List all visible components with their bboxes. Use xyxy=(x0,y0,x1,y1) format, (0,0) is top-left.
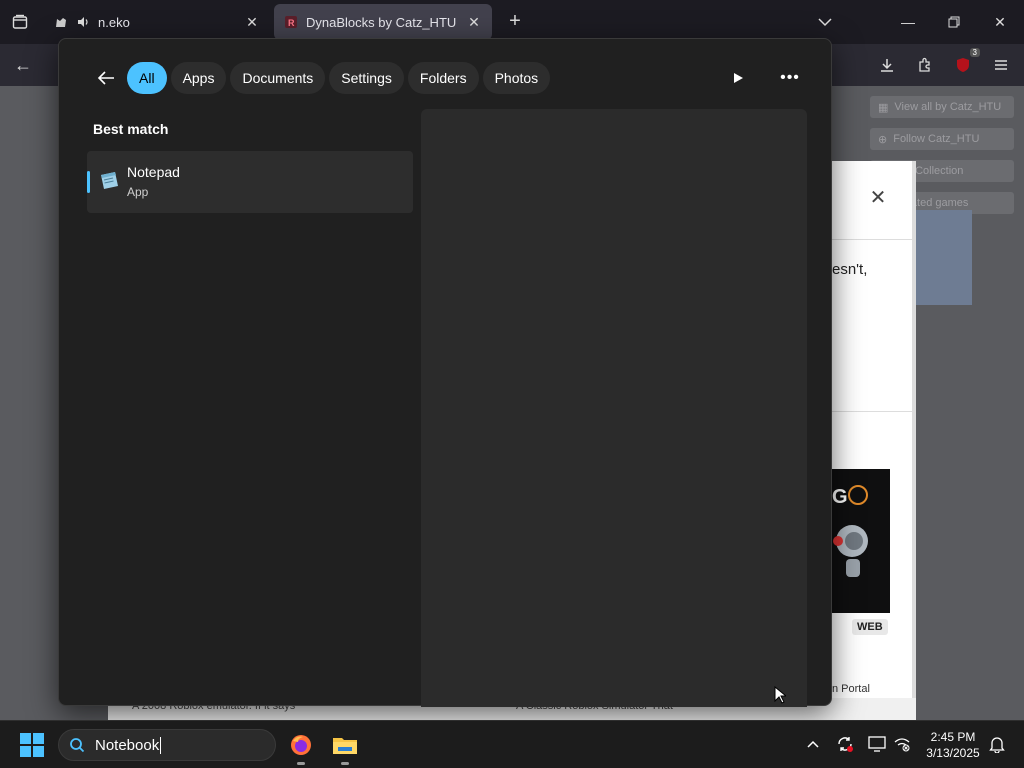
network-disconnected-icon[interactable] xyxy=(891,733,913,755)
web-badge: WEB xyxy=(852,619,888,635)
svg-text:G: G xyxy=(832,486,848,508)
search-flyout: All Apps Documents Settings Folders Phot… xyxy=(58,38,832,707)
result-name: Notepad xyxy=(127,164,180,180)
filter-all[interactable]: All xyxy=(127,62,167,94)
new-tab-button[interactable]: + xyxy=(504,10,526,32)
tab-list-icon[interactable] xyxy=(8,10,32,34)
roblox-favicon-icon: R xyxy=(284,15,298,29)
chevron-down-icon[interactable] xyxy=(814,12,836,32)
search-input[interactable]: Notebook xyxy=(95,736,162,754)
svg-text:R: R xyxy=(288,18,295,28)
menu-icon[interactable] xyxy=(988,52,1014,78)
ublock-icon[interactable]: 3 xyxy=(950,48,980,78)
back-arrow-icon[interactable]: ← xyxy=(10,52,36,78)
tab-dynablocks[interactable]: R DynaBlocks by Catz_HTU ✕ xyxy=(274,4,492,40)
tab-title: n.eko xyxy=(98,14,130,30)
download-icon[interactable] xyxy=(874,52,900,78)
windows-start-icon[interactable] xyxy=(20,733,44,757)
info-modal: ✕ esn't, G WEB n Portal xyxy=(832,161,916,720)
extension-badge: 3 xyxy=(969,48,980,57)
tab-neko[interactable]: n.eko ✕ xyxy=(44,4,270,40)
system-clock[interactable]: 2:45 PM 3/13/2025 xyxy=(918,729,988,761)
filter-apps[interactable]: Apps xyxy=(170,62,227,94)
notepad-icon xyxy=(97,169,121,193)
view-all-button[interactable]: ▦ View all by Catz_HTU xyxy=(870,96,1014,118)
file-explorer-icon[interactable] xyxy=(331,731,359,765)
preview-pane xyxy=(421,109,807,707)
running-indicator xyxy=(297,762,305,765)
sync-icon[interactable] xyxy=(834,733,856,755)
user-plus-icon: ⊕ xyxy=(878,133,888,146)
modal-text: esn't, xyxy=(832,261,868,278)
button-label: Follow Catz_HTU xyxy=(893,133,980,145)
close-tab-icon[interactable]: ✕ xyxy=(466,14,482,30)
close-window-icon[interactable]: ✕ xyxy=(986,8,1014,36)
restore-icon[interactable] xyxy=(940,8,968,36)
section-label: Best match xyxy=(93,121,169,137)
follow-button[interactable]: ⊕ Follow Catz_HTU xyxy=(870,128,1014,150)
result-type: App xyxy=(127,185,149,199)
clock-time: 2:45 PM xyxy=(930,730,976,744)
back-arrow-icon[interactable] xyxy=(93,65,119,91)
divider xyxy=(832,411,912,412)
grid-icon: ▦ xyxy=(878,101,889,114)
display-icon[interactable] xyxy=(866,733,888,755)
taskbar-search-box[interactable]: Notebook xyxy=(58,729,276,761)
selection-indicator xyxy=(87,171,90,193)
tab-title: DynaBlocks by Catz_HTU xyxy=(306,14,457,30)
search-filter-bar: All Apps Documents Settings Folders Phot… xyxy=(127,62,551,94)
minimize-icon[interactable]: — xyxy=(894,8,922,36)
play-icon[interactable] xyxy=(725,65,751,91)
close-icon[interactable]: ✕ xyxy=(868,187,888,209)
close-tab-icon[interactable]: ✕ xyxy=(244,14,260,30)
game-subtitle: n Portal xyxy=(832,683,870,695)
firefox-icon[interactable] xyxy=(287,731,315,765)
more-options-icon[interactable]: ••• xyxy=(777,65,803,91)
taskbar: Notebook 2:45 PM 3/13/2025 xyxy=(0,720,1024,768)
filter-folders[interactable]: Folders xyxy=(407,62,479,94)
filter-photos[interactable]: Photos xyxy=(482,62,551,94)
mouse-cursor xyxy=(774,685,788,704)
clock-date: 3/13/2025 xyxy=(926,746,980,760)
chevron-up-icon[interactable] xyxy=(802,733,824,755)
filter-documents[interactable]: Documents xyxy=(230,62,326,94)
extensions-icon[interactable] xyxy=(912,52,938,78)
divider xyxy=(832,239,912,240)
speaker-icon[interactable] xyxy=(76,15,90,29)
search-icon xyxy=(67,735,87,755)
running-indicator xyxy=(341,762,349,765)
game-thumbnail[interactable]: G xyxy=(832,469,890,613)
notification-bell-icon[interactable] xyxy=(986,733,1008,755)
button-label: View all by Catz_HTU xyxy=(894,101,1002,113)
neko-favicon-icon xyxy=(54,15,68,29)
best-match-result[interactable]: Notepad App xyxy=(87,151,413,213)
filter-settings[interactable]: Settings xyxy=(329,62,404,94)
